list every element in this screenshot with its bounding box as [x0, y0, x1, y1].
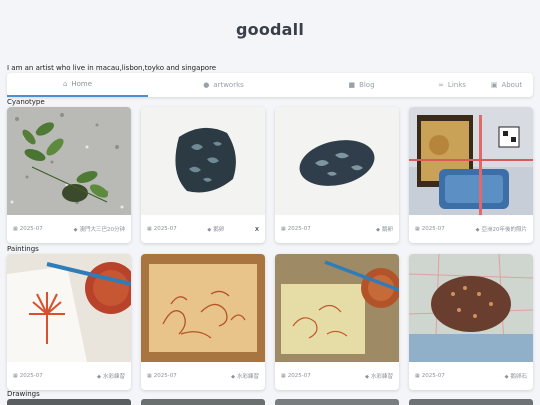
artwork-card-partial[interactable]: [7, 399, 131, 405]
card-tag[interactable]: 鹅卵: [213, 227, 224, 233]
card-date: 2025-07: [421, 373, 445, 379]
card-tag[interactable]: 鹅卵: [382, 227, 393, 233]
nav-item-about[interactable]: ▣ About: [480, 73, 533, 97]
nav-item-home[interactable]: ⌂ Home: [7, 73, 148, 97]
nav-label-about: About: [501, 81, 523, 89]
palette-icon: ●: [203, 81, 210, 89]
main-nav: ⌂ Home ● artworks ■ Blog ∞ Links ▣ About: [7, 73, 533, 97]
artwork-image-cyanotype-stone[interactable]: [141, 107, 265, 215]
nav-label-home: Home: [71, 80, 93, 88]
artwork-image-cyanotype-pebble[interactable]: [275, 107, 399, 215]
artwork-card[interactable]: ▦ 2025-07 ◆ 亞洲20年後的照片: [409, 107, 533, 243]
id-card-icon: ▣: [490, 81, 498, 89]
nav-item-artworks[interactable]: ● artworks: [148, 73, 299, 97]
artwork-card[interactable]: ▦ 2025-07 ◆ 鹅卵 x: [141, 107, 265, 243]
tag-icon: ◆: [207, 227, 212, 233]
calendar-icon: ▦: [415, 226, 420, 232]
tag-icon: ◆: [376, 227, 380, 233]
calendar-icon: ▦: [281, 226, 286, 232]
card-tag[interactable]: 水彩練習: [103, 374, 125, 380]
artwork-card[interactable]: ▦ 2025-07 ◆ 澳門大三巴20分钟: [7, 107, 131, 243]
artwork-image-palm-leaf-watercolor[interactable]: [7, 254, 131, 362]
section-title-cyanotype: Cyanotype: [7, 98, 45, 106]
card-tag[interactable]: 水彩練習: [371, 374, 393, 380]
nav-item-links[interactable]: ∞ Links: [424, 73, 480, 97]
tag-icon: ◆: [231, 374, 235, 380]
tag-icon: ◆: [504, 374, 509, 380]
artwork-card[interactable]: ▦ 2025-07 ◆ 鹅卵石: [409, 254, 533, 390]
tag-icon: ◆: [97, 374, 101, 380]
calendar-icon: ▦: [415, 373, 420, 379]
nav-item-blog[interactable]: ■ Blog: [299, 73, 424, 97]
artwork-card-partial[interactable]: [409, 399, 533, 405]
artwork-card[interactable]: ▦ 2025-07 ◆ 水彩練習: [275, 254, 399, 390]
card-date: 2025-07: [19, 226, 43, 232]
card-date: 2025-07: [19, 373, 43, 379]
link-icon: ∞: [438, 81, 444, 89]
artwork-image-painted-stone-on-map[interactable]: [409, 254, 533, 362]
home-icon: ⌂: [62, 80, 68, 88]
artwork-card[interactable]: ▦ 2025-07 ◆ 水彩練習: [141, 254, 265, 390]
artwork-card-partial[interactable]: [141, 399, 265, 405]
card-tag[interactable]: 水彩練習: [237, 374, 259, 380]
section-title-paintings: Paintings: [7, 245, 39, 253]
close-button[interactable]: x: [255, 225, 259, 233]
section-title-drawings: Drawings: [7, 390, 40, 398]
card-date: 2025-07: [287, 226, 311, 232]
tag-icon: ◆: [365, 374, 369, 380]
nav-label-links: Links: [447, 81, 466, 89]
artwork-card[interactable]: ▦ 2025-07 ◆ 水彩練習: [7, 254, 131, 390]
calendar-icon: ▦: [147, 373, 152, 379]
card-tag[interactable]: 鹅卵石: [510, 374, 527, 380]
card-tag[interactable]: 亞洲20年後的照片: [482, 227, 528, 233]
nav-label-blog: Blog: [359, 81, 375, 89]
artwork-card-partial[interactable]: [275, 399, 399, 405]
site-tagline: I am an artist who live in macau,lisbon,…: [7, 64, 217, 72]
artwork-image-figure-sketch[interactable]: [141, 254, 265, 362]
artwork-image-sketch-with-brush[interactable]: [275, 254, 399, 362]
calendar-icon: ▦: [13, 373, 18, 379]
card-date: 2025-07: [421, 226, 445, 232]
artwork-image-film-collage[interactable]: [409, 107, 533, 215]
card-date: 2025-07: [287, 373, 311, 379]
calendar-icon: ▦: [13, 226, 18, 232]
card-date: 2025-07: [153, 226, 177, 232]
calendar-icon: ▦: [281, 373, 286, 379]
book-icon: ■: [348, 81, 356, 89]
tag-icon: ◆: [475, 227, 480, 233]
site-title: goodall: [235, 20, 305, 39]
card-date: 2025-07: [153, 373, 177, 379]
artwork-image-leaves-on-gravel[interactable]: [7, 107, 131, 215]
card-tag[interactable]: 澳門大三巴20分钟: [80, 227, 126, 233]
artwork-card[interactable]: ▦ 2025-07 ◆ 鹅卵: [275, 107, 399, 243]
calendar-icon: ▦: [147, 226, 152, 232]
nav-label-artworks: artworks: [213, 81, 244, 89]
tag-icon: ◆: [73, 227, 78, 233]
